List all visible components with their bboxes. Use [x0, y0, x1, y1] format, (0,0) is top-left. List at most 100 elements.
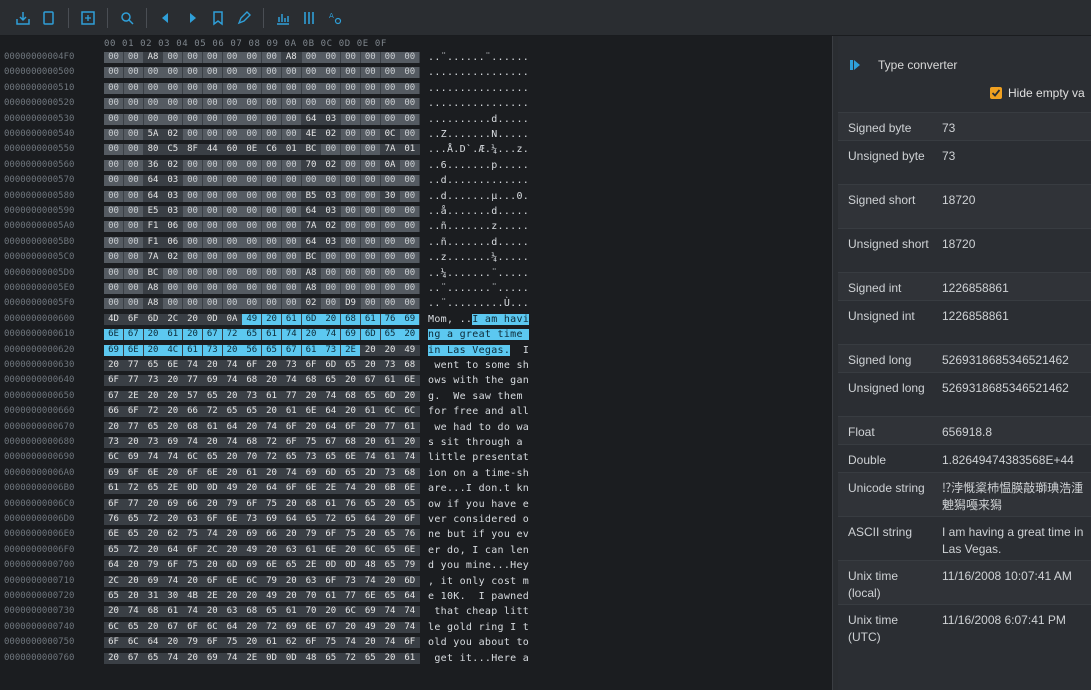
hex-byte[interactable]: 00 [222, 175, 242, 187]
hex-byte[interactable]: 00 [242, 236, 262, 248]
hex-byte[interactable]: 00 [341, 283, 360, 294]
row-bytes[interactable]: 00 00 80 C5 8F 44 60 0E C6 01 BC 00 00 00 7A 01 [104, 144, 420, 156]
hex-byte[interactable]: 6F [400, 514, 419, 525]
hex-byte[interactable]: 0D [183, 483, 202, 494]
hex-byte[interactable]: 20 [301, 329, 321, 341]
hex-byte[interactable]: 20 [104, 422, 123, 433]
hex-byte[interactable]: 00 [400, 175, 420, 187]
hex-byte[interactable]: 68 [400, 360, 419, 371]
hex-byte[interactable]: 2C [163, 314, 182, 325]
hex-byte[interactable]: 20 [302, 391, 321, 402]
hex-byte[interactable]: 20 [361, 422, 380, 433]
hex-byte[interactable]: 73 [144, 375, 163, 386]
hex-byte[interactable]: 00 [380, 236, 400, 248]
hex-byte[interactable]: 49 [361, 622, 380, 633]
hex-byte[interactable]: 06 [163, 237, 182, 248]
row-bytes[interactable]: 69 6F 6E 20 6F 6E 20 61 20 74 69 6D 65 2D 73 68 [104, 467, 420, 479]
hex-byte[interactable]: 00 [123, 206, 143, 217]
conversion-value[interactable]: 1226858861 [942, 308, 1091, 325]
hex-byte[interactable]: 6D [301, 313, 321, 325]
hex-byte[interactable]: 00 [242, 267, 262, 279]
hex-byte[interactable]: 00 [380, 52, 400, 63]
hex-byte[interactable]: 0D [262, 653, 281, 664]
row-ascii[interactable]: ver considered o [428, 514, 529, 525]
hex-byte[interactable]: 69 [163, 499, 182, 510]
hex-byte[interactable]: 6F [203, 514, 222, 525]
hex-byte[interactable]: 20 [242, 591, 261, 602]
hex-byte[interactable]: 20 [321, 606, 340, 617]
row-bytes[interactable]: 00 00 64 03 00 00 00 00 00 00 00 00 00 00 00 00 [104, 175, 420, 187]
hex-byte[interactable]: 76 [104, 514, 123, 525]
hex-byte[interactable]: 20 [104, 606, 123, 617]
hex-byte[interactable]: 6E [361, 591, 380, 602]
hex-byte[interactable]: 20 [242, 422, 261, 433]
hex-byte[interactable]: 00 [242, 82, 262, 94]
row-bytes[interactable]: 00 00 A8 00 00 00 00 00 00 A8 00 00 00 00 00 00 [104, 52, 420, 63]
hex-byte[interactable]: 6F [104, 375, 123, 386]
hex-byte[interactable]: 00 [400, 113, 420, 125]
hex-byte[interactable]: 20 [104, 360, 123, 371]
hex-byte[interactable]: 20 [163, 468, 182, 479]
hex-byte[interactable]: 00 [400, 298, 420, 310]
hex-byte[interactable]: 6C [104, 622, 123, 633]
hex-byte[interactable]: 00 [123, 267, 143, 279]
hex-byte[interactable]: 00 [183, 190, 202, 202]
hex-byte[interactable]: 00 [321, 252, 341, 264]
hex-byte[interactable]: 6D [400, 576, 419, 587]
hex-byte[interactable]: 00 [202, 113, 222, 125]
row-ascii[interactable]: s sit through a [428, 437, 529, 448]
hex-byte[interactable]: 65 [242, 406, 261, 417]
hex-byte[interactable]: 80 [144, 144, 163, 155]
hex-byte[interactable]: 74 [163, 452, 182, 463]
hex-byte[interactable]: 20 [262, 375, 281, 386]
hex-byte[interactable]: 67 [163, 622, 182, 633]
hex-byte[interactable]: 00 [281, 252, 301, 264]
hex-byte[interactable]: 00 [242, 190, 262, 202]
hex-byte[interactable]: 65 [144, 360, 163, 371]
hex-byte[interactable]: 74 [341, 637, 360, 648]
row-bytes[interactable]: 00 00 64 03 00 00 00 00 00 00 B5 03 00 00 30 00 [104, 190, 420, 202]
hex-byte[interactable]: 67 [321, 437, 340, 448]
hex-byte[interactable]: 67 [361, 375, 380, 386]
hex-byte[interactable]: 20 [381, 653, 400, 664]
hex-byte[interactable]: 00 [281, 98, 301, 110]
row-ascii[interactable]: in Las Vegas. I [428, 344, 529, 356]
hex-byte[interactable]: 00 [380, 283, 400, 294]
hex-byte[interactable]: 75 [302, 437, 321, 448]
hex-byte[interactable]: 57 [183, 391, 202, 402]
hex-byte[interactable]: 74 [144, 452, 163, 463]
hex-byte[interactable]: 64 [163, 545, 182, 556]
hex-byte[interactable]: 2E [341, 344, 360, 356]
hex-byte[interactable]: 7A [302, 221, 321, 232]
hex-byte[interactable]: 66 [262, 529, 281, 540]
hex-byte[interactable]: 00 [183, 252, 202, 264]
hex-byte[interactable]: 2E [124, 391, 143, 402]
hex-byte[interactable]: 6F [321, 576, 340, 587]
hex-byte[interactable]: 67 [104, 391, 123, 402]
hex-byte[interactable]: 00 [380, 221, 400, 233]
hex-byte[interactable]: 69 [203, 653, 222, 664]
hex-byte[interactable]: 61 [281, 313, 301, 325]
hex-byte[interactable]: 00 [104, 206, 123, 217]
hex-byte[interactable]: 00 [380, 67, 400, 79]
hex-byte[interactable]: 00 [123, 129, 143, 140]
hex-byte[interactable]: 74 [223, 437, 242, 448]
hex-byte[interactable]: 65 [262, 606, 281, 617]
hex-byte[interactable]: 20 [144, 545, 163, 556]
row-ascii[interactable]: ..å.......d..... [428, 206, 529, 217]
row-bytes[interactable]: 2C 20 69 74 20 6F 6E 6C 79 20 63 6F 73 74 20 6D [104, 575, 420, 587]
hex-byte[interactable]: 00 [341, 206, 360, 217]
hex-byte[interactable]: 6E [223, 514, 242, 525]
hex-byte[interactable]: 6E [321, 545, 340, 556]
hex-byte[interactable]: 49 [242, 545, 261, 556]
hex-byte[interactable]: 74 [262, 422, 281, 433]
hex-byte[interactable]: C5 [163, 144, 182, 155]
hex-byte[interactable]: 73 [302, 452, 321, 463]
hex-byte[interactable]: 20 [223, 468, 242, 479]
hex-byte[interactable]: 65 [124, 622, 143, 633]
chart-icon[interactable] [274, 9, 292, 27]
hex-byte[interactable]: 74 [183, 360, 202, 371]
hex-byte[interactable]: 00 [202, 159, 222, 171]
hex-byte[interactable]: 20 [242, 483, 261, 494]
hex-byte[interactable]: 00 [321, 175, 341, 187]
